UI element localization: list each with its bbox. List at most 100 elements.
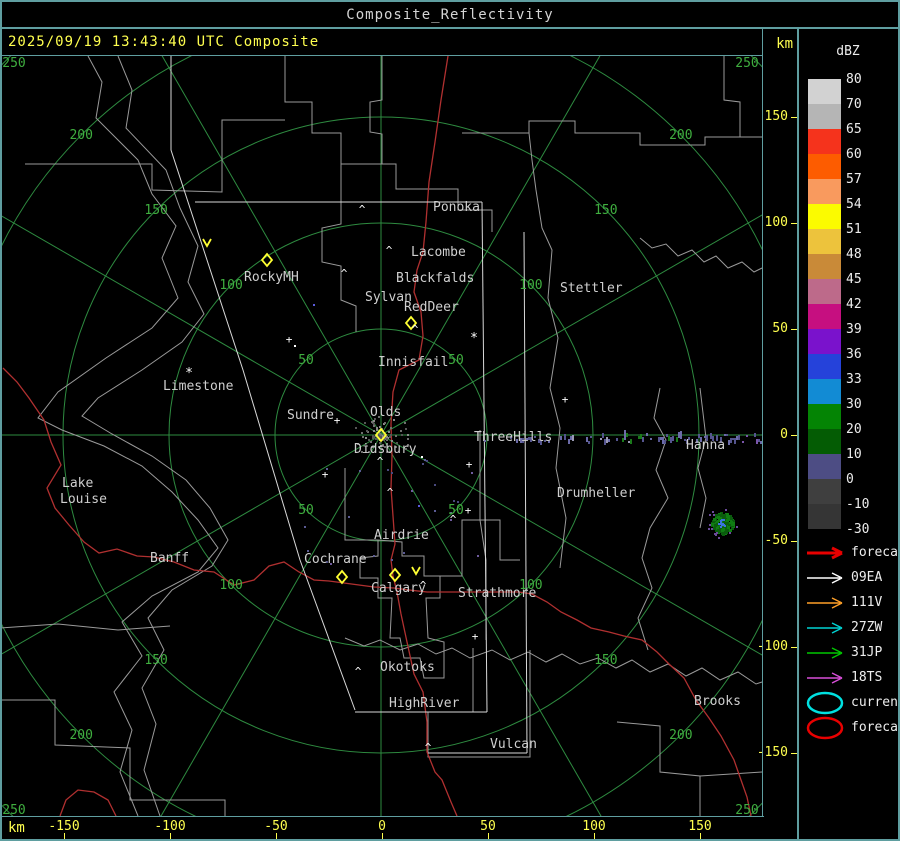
boundary-line (0, 699, 226, 816)
colorbar-label: 20 (846, 422, 862, 437)
echo-speck (391, 559, 393, 561)
echo-bar (608, 439, 610, 442)
city-label: Ponoka (433, 200, 480, 215)
echo-speck (453, 500, 455, 502)
echo-dot (418, 505, 420, 507)
storm-fringe (714, 533, 716, 535)
city-label: RedDeer (404, 300, 459, 315)
plus-marker-icon: + (466, 458, 473, 471)
radar-site-diamond-icon (388, 567, 402, 583)
ring-label-50: 50 (448, 503, 464, 518)
clutter-speck (376, 427, 378, 429)
storm-cell (713, 518, 716, 521)
boundary-line (25, 119, 285, 193)
storm-cell (721, 529, 724, 532)
storm-fringe (709, 524, 711, 526)
clutter-speck (395, 435, 397, 437)
clutter-speck (366, 430, 368, 432)
colorbar-label: 57 (846, 172, 862, 187)
clutter-speck (373, 430, 375, 432)
legend-label: forecast (851, 720, 900, 735)
window-title: Composite_Reflectivity (346, 6, 554, 23)
echo-bar (670, 437, 672, 443)
echo-bar (736, 436, 738, 440)
radar-map-canvas[interactable]: ^^^^^^^^^^+++++++ **50 5050 50100 100100 1001… (0, 56, 763, 816)
colorbar-swatch (808, 79, 841, 104)
echo-bar (642, 437, 644, 442)
boundary-line (639, 237, 763, 273)
echo-speck (348, 516, 350, 518)
echo-bar (734, 438, 736, 444)
colorbar-swatch (808, 229, 841, 254)
ring-label-200: 200 (669, 728, 692, 743)
boundary-line (637, 387, 669, 651)
city-label: Louise (60, 492, 107, 507)
storm-fringe (711, 528, 713, 530)
ring-label-150: 150 (594, 653, 617, 668)
city-label: Lake (62, 476, 93, 491)
colorbar-label: 0 (846, 472, 854, 487)
city-label: Sundre (287, 408, 334, 423)
echo-bar (664, 440, 666, 444)
clutter-speck (386, 436, 388, 438)
ring-label-100: 100 (219, 278, 242, 293)
echo-bar (672, 436, 674, 441)
y-axis-tick-label: 150 (764, 109, 788, 124)
boundary-line (369, 56, 383, 164)
storm-fringe (708, 528, 710, 530)
clutter-speck (373, 425, 375, 427)
legend-label: forecast (851, 545, 900, 560)
echo-speck (477, 555, 479, 557)
colorbar-swatch (808, 279, 841, 304)
city-label: Stettler (560, 281, 623, 296)
colorbar-swatch (808, 429, 841, 454)
caret-marker-icon: ^ (425, 741, 432, 754)
echo-bar (588, 441, 590, 444)
storm-cell (714, 524, 717, 527)
clutter-speck (372, 435, 374, 437)
caret-marker-icon: ^ (387, 486, 394, 499)
radar-map-display[interactable]: ^ ^ ^ ^ ^ ^ ^ ^ ^ ^ + + + + + + + * * 50 50 50 50 100 100 100 100 1… (0, 56, 763, 816)
city-labels: PonokaLacombeBlackfaldsSylvanRedDeerRock… (60, 200, 741, 752)
panel-left-border (797, 29, 799, 841)
echo-bar (658, 437, 660, 442)
clutter-speck (389, 436, 391, 438)
plus-marker-icon: + (472, 630, 479, 643)
echo-speck (373, 555, 375, 557)
legend-label: current (851, 695, 900, 710)
clutter-speck (404, 422, 406, 424)
city-label: Didsbury (354, 442, 417, 457)
colorbar-label: 39 (846, 322, 862, 337)
legend-label: 27ZW (851, 620, 883, 635)
city-label: Banff (150, 551, 189, 566)
colorbar-label: 30 (846, 397, 862, 412)
clutter-speck (355, 427, 357, 429)
plus-marker-icon: + (286, 333, 293, 346)
echo-bar (640, 434, 642, 439)
storm-cell (711, 523, 714, 526)
colorbar-label: 54 (846, 197, 862, 212)
echo-bar (732, 438, 734, 440)
legend-ellipse-icon (805, 716, 845, 744)
map-bottom-border (0, 816, 764, 817)
plus-marker-icon: + (562, 393, 569, 406)
map-top-border (0, 55, 763, 56)
storm-fringe (713, 514, 715, 516)
city-label: Blackfalds (396, 271, 474, 286)
echo-bar (660, 437, 662, 440)
ring-label-100: 100 (219, 578, 242, 593)
colorbar-swatch (808, 354, 841, 379)
echo-speck (391, 472, 393, 474)
colorbar-label: -30 (846, 522, 870, 537)
echo-speck (387, 469, 389, 471)
city-label: Strathmore (458, 586, 536, 601)
colorbar-swatch (808, 129, 841, 154)
y-axis-tick-label: 100 (764, 215, 788, 230)
echo-bar (666, 434, 668, 437)
clutter-speck (373, 420, 375, 422)
city-label: ThreeHills (474, 430, 552, 445)
echo-bar (742, 441, 744, 443)
city-label: Vulcan (490, 737, 537, 752)
legend-arrow-icon (806, 670, 848, 686)
city-label: Calgary (371, 581, 426, 596)
